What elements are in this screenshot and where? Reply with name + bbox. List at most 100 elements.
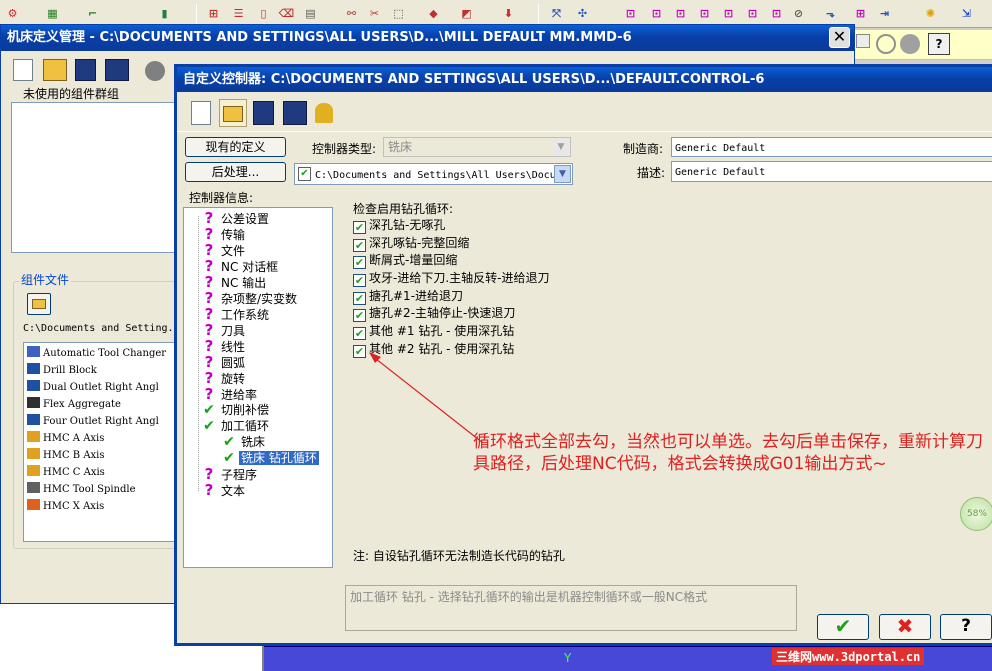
tree-item[interactable]: ? 文件 <box>202 242 332 258</box>
tree-item[interactable]: ✔ 切削补偿 <box>202 402 332 418</box>
open-icon[interactable] <box>219 99 247 127</box>
table-icon[interactable]: ⊞ <box>205 5 222 22</box>
save-as-icon[interactable] <box>105 59 129 81</box>
stop-icon[interactable] <box>900 34 920 54</box>
zoom-icon[interactable]: ⊞ <box>852 5 869 22</box>
checkbox[interactable]: ✔ <box>353 256 366 270</box>
scissors-icon[interactable]: ✂ <box>366 5 383 22</box>
pointer-icon[interactable]: ⇲ <box>958 5 975 22</box>
tree-item[interactable]: ? 传输 <box>202 226 332 242</box>
bulb-icon[interactable]: ✺ <box>922 5 939 22</box>
deselect-icon[interactable]: ⊘ <box>790 5 807 22</box>
tree-item[interactable]: ? 工作系统 <box>202 306 332 322</box>
checkbox[interactable]: ✔ <box>353 238 366 252</box>
drill-cycle-option[interactable]: ✔ 断屑式-增量回缩 <box>353 252 549 270</box>
tool-icon[interactable] <box>145 61 165 81</box>
help-button[interactable]: ? <box>940 614 992 640</box>
chain-icon[interactable]: ⊡ <box>672 5 689 22</box>
post-processor-button[interactable]: 后处理... <box>185 162 286 182</box>
drill-cycle-option[interactable]: ✔ 其他 #1 钻孔 - 使用深孔钻 <box>353 323 549 341</box>
manufacturer-field[interactable]: Generic Default <box>671 137 992 157</box>
dropdown-arrow-icon[interactable]: ▼ <box>553 139 569 155</box>
checkbox-icon[interactable] <box>856 34 870 48</box>
window-icon[interactable]: ⊡ <box>696 5 713 22</box>
select-icon[interactable]: ⊡ <box>648 5 665 22</box>
cylinder-icon[interactable]: ▮ <box>156 5 173 22</box>
list-icon[interactable]: ☰ <box>230 5 247 22</box>
controller-type-select[interactable]: 铣床 ▼ <box>383 137 571 157</box>
tree-item[interactable]: ? 进给率 <box>202 386 332 402</box>
vector-icon[interactable]: ⊡ <box>744 5 761 22</box>
browse-folder-button[interactable] <box>27 293 51 315</box>
component-item[interactable]: Flex Aggregate <box>24 396 176 413</box>
component-item[interactable]: Drill Block <box>24 362 176 379</box>
tree-item[interactable]: ✔ 加工循环 <box>202 418 332 434</box>
settings-icon[interactable]: ⚙ <box>4 5 21 22</box>
controller-info-tree[interactable]: ? 公差设置? 传输? 文件? NC 对话框? NC 输出? 杂项整/实变数? 工作系统? 刀具… <box>183 207 333 568</box>
tree-item[interactable]: ? NC 输出 <box>202 274 332 290</box>
component-item[interactable]: Automatic Tool Changer <box>24 345 176 362</box>
link-icon[interactable]: ⚯ <box>343 5 360 22</box>
help-icon[interactable]: ? <box>928 33 950 55</box>
grid-select-icon[interactable]: ⊡ <box>622 5 639 22</box>
existing-definitions-button[interactable]: 现有的定义 <box>185 137 286 157</box>
dropdown-arrow-icon[interactable]: ▼ <box>554 165 571 183</box>
checkbox[interactable]: ✔ <box>353 221 366 234</box>
axis-icon[interactable]: ✣ <box>574 5 591 22</box>
checkbox[interactable]: ✔ <box>353 291 366 305</box>
checkbox[interactable]: ✔ <box>353 309 366 323</box>
arrow-icon[interactable]: ⬇ <box>500 5 517 22</box>
save-icon[interactable] <box>75 59 96 81</box>
lock-icon[interactable] <box>315 103 333 123</box>
component-item[interactable]: Dual Outlet Right Angl <box>24 379 176 396</box>
save-icon[interactable] <box>253 101 274 125</box>
drill-cycle-option[interactable]: ✔ 搪孔#2-主轴停止-快速退刀 <box>353 305 549 323</box>
drill-cycle-option[interactable]: ✔ 攻牙-进给下刀.主轴反转-进给退刀 <box>353 270 549 288</box>
expand-icon[interactable]: ⇥ <box>876 5 893 22</box>
solid-icon[interactable]: ◩ <box>458 5 475 22</box>
tree-item[interactable]: ✔ 铣床 <box>202 434 332 450</box>
tree-item[interactable]: ? 线性 <box>202 338 332 354</box>
checkbox[interactable]: ✔ <box>353 327 366 341</box>
tree-item[interactable]: ? 杂项整/实变数 <box>202 290 332 306</box>
tree-item[interactable]: ? 文本 <box>202 482 332 498</box>
description-field[interactable]: Generic Default <box>671 161 992 182</box>
disable-icon[interactable] <box>876 34 896 54</box>
grid-icon[interactable]: ▦ <box>44 5 61 22</box>
component-item[interactable]: HMC C Axis <box>24 464 176 481</box>
tree-item[interactable]: ? 刀具 <box>202 322 332 338</box>
tree-item[interactable]: ? 子程序 <box>202 466 332 482</box>
transform-icon[interactable]: ⤧ <box>548 5 565 22</box>
checkbox[interactable]: ✔ <box>353 274 366 288</box>
eraser-icon[interactable]: ⌫ <box>278 5 295 22</box>
open-folder-icon[interactable] <box>43 59 67 81</box>
new-icon[interactable] <box>191 101 211 125</box>
cube-icon[interactable]: ⬚ <box>390 5 407 22</box>
cancel-button[interactable]: ✖ <box>879 614 931 640</box>
shape-icon[interactable]: ◆ <box>425 5 442 22</box>
unused-groups-list[interactable] <box>11 102 177 253</box>
new-file-icon[interactable] <box>13 59 33 81</box>
post-path-select[interactable]: ✔ C:\Documents and Settings\All Users\Do… <box>294 163 573 185</box>
tree-item[interactable]: ? 圆弧 <box>202 354 332 370</box>
component-list[interactable]: Automatic Tool Changer Drill Block Dual Ou… <box>23 342 177 542</box>
save-as-icon[interactable] <box>283 101 307 125</box>
layer-icon[interactable]: ▤ <box>302 5 319 22</box>
component-item[interactable]: HMC X Axis <box>24 498 176 515</box>
component-item[interactable]: HMC A Axis <box>24 430 176 447</box>
tree-item[interactable]: ✔ 铣床 钻孔循环 <box>202 450 332 466</box>
polygon-icon[interactable]: ⊡ <box>720 5 737 22</box>
document-icon[interactable]: ▯ <box>255 5 272 22</box>
tree-item[interactable]: ? 公差设置 <box>202 210 332 226</box>
view-icon[interactable]: ⬎ <box>822 5 839 22</box>
drill-cycle-option[interactable]: ✔ 深孔钻-无啄孔 <box>353 217 549 235</box>
tree-item[interactable]: ? 旋转 <box>202 370 332 386</box>
drill-cycle-option[interactable]: ✔ 深孔啄钻-完整回缩 <box>353 235 549 253</box>
point-icon[interactable]: ⊡ <box>768 5 785 22</box>
drill-cycle-option[interactable]: ✔ 搪孔#1-进给退刀 <box>353 288 549 306</box>
close-button[interactable]: ✕ <box>829 27 850 48</box>
ok-button[interactable]: ✔ <box>817 614 869 640</box>
component-item[interactable]: HMC Tool Spindle <box>24 481 176 498</box>
component-item[interactable]: Four Outlet Right Angl <box>24 413 176 430</box>
tree-item[interactable]: ? NC 对话框 <box>202 258 332 274</box>
